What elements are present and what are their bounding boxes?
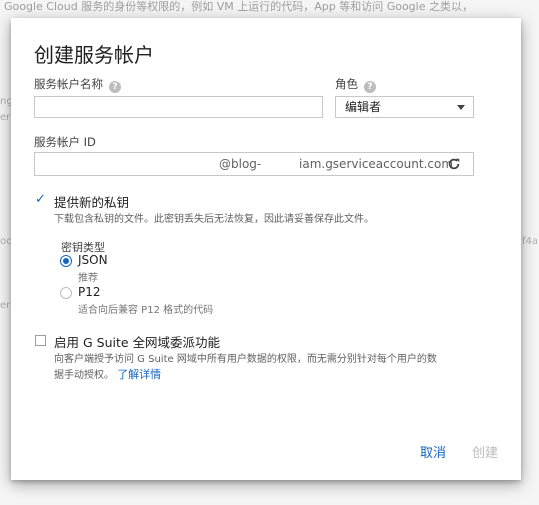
json-option-label[interactable]: JSON (78, 253, 108, 267)
new-key-description: 下载包含私钥的文件。此密钥丢失后无法恢复，因此请妥善保存此文件。 (54, 214, 374, 225)
create-service-account-dialog: 创建服务帐户 服务帐户名称? 角色? 编辑者 服务帐户 ID @blog- ia… (11, 18, 521, 480)
p12-option-hint: 适合向后兼容 P12 格式的代码 (78, 305, 214, 316)
service-account-id-domain: iam.gserviceaccount.com (299, 157, 454, 171)
new-key-checkbox[interactable]: ✓ (35, 192, 46, 207)
help-icon[interactable]: ? (109, 81, 121, 93)
role-select[interactable]: 编辑者 (335, 96, 474, 118)
gsuite-delegation-label[interactable]: 启用 G Suite 全网域委派功能 (54, 332, 220, 351)
role-select-value: 编辑者 (345, 100, 382, 114)
service-account-name-label-text: 服务帐户名称 (34, 77, 103, 91)
dialog-title: 创建服务帐户 (34, 43, 154, 67)
new-key-label[interactable]: 提供新的私钥 (54, 192, 129, 211)
chevron-down-icon (457, 105, 465, 110)
create-button[interactable]: 创建 (472, 442, 498, 461)
gsuite-description-line1: 向客户端授予访问 G Suite 网域中所有用户数据的权限，而无需分别针对每个用… (54, 354, 437, 365)
service-account-id-prefix: @blog- (219, 157, 262, 171)
role-label: 角色? (335, 76, 376, 93)
json-radio[interactable] (60, 255, 72, 267)
cancel-button[interactable]: 取消 (420, 442, 446, 461)
background-fragment: er (0, 300, 11, 311)
check-icon: ✓ (35, 192, 46, 207)
p12-option-label[interactable]: P12 (78, 285, 101, 299)
service-account-name-input[interactable] (34, 96, 323, 118)
background-fragment: oc (0, 236, 12, 247)
help-icon[interactable]: ? (364, 81, 376, 93)
service-account-id-input[interactable]: @blog- iam.gserviceaccount.com (34, 152, 474, 176)
learn-more-link[interactable]: 了解详情 (117, 368, 161, 381)
role-label-text: 角色 (335, 77, 358, 91)
background-text: Google Cloud 服务的身份等权限的，例如 VM 上运行的代码，App … (4, 0, 473, 13)
background-fragment: er (0, 112, 11, 123)
background-fragment: f4a (522, 236, 539, 247)
json-option-hint: 推荐 (78, 273, 98, 284)
gsuite-delegation-checkbox[interactable] (35, 335, 46, 346)
gsuite-description-line2: 据手动授权。 了解详情 (54, 366, 161, 382)
p12-radio[interactable] (60, 287, 72, 299)
service-account-name-label: 服务帐户名称? (34, 76, 121, 93)
refresh-icon[interactable] (447, 157, 461, 171)
gsuite-description-text: 据手动授权。 (54, 370, 114, 381)
service-account-id-label: 服务帐户 ID (34, 135, 96, 149)
